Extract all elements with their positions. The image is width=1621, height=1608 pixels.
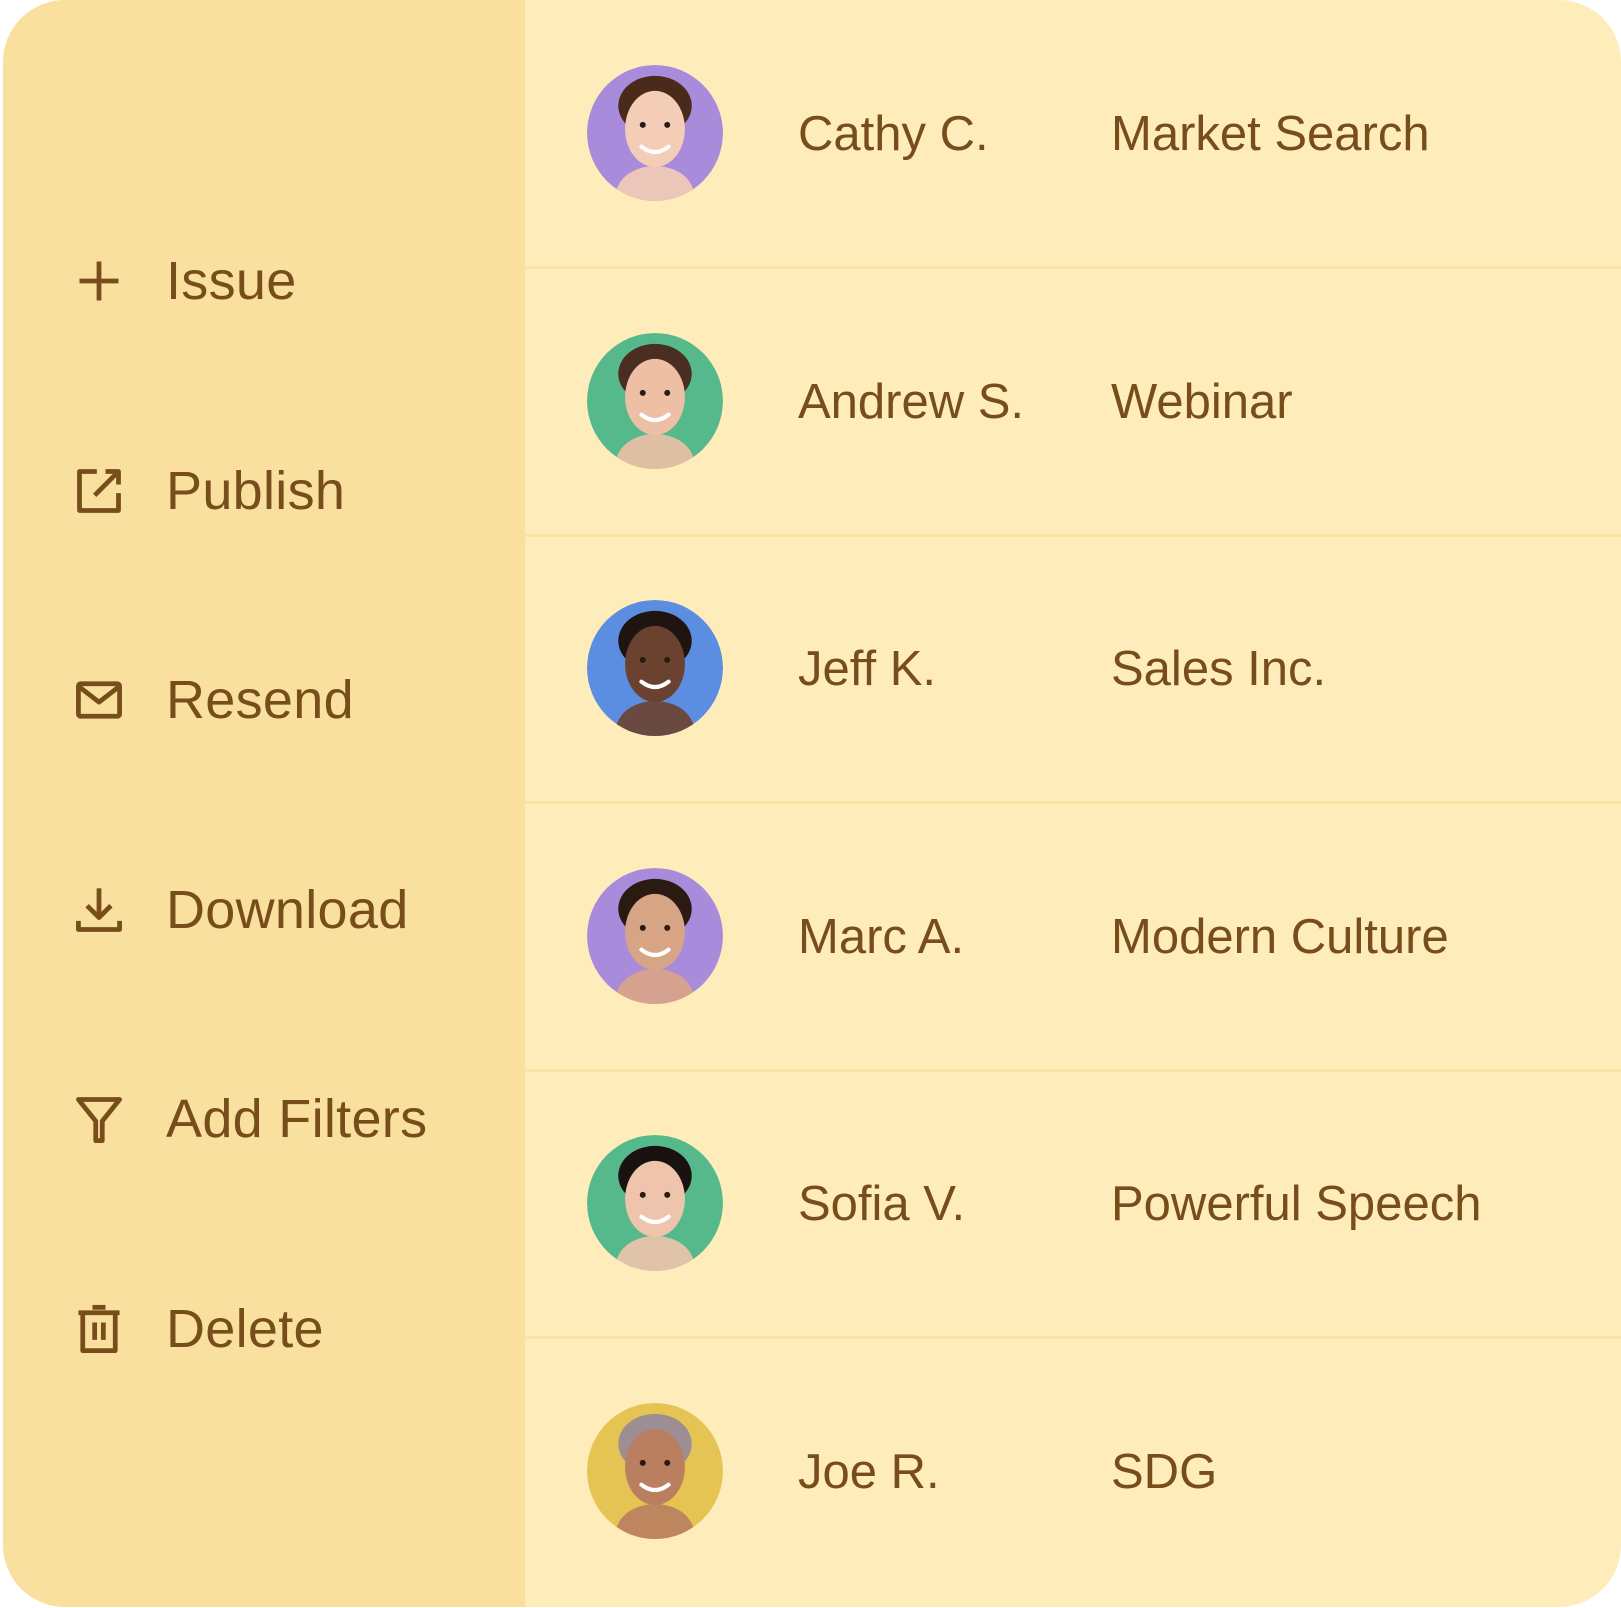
menu-item-label: Add Filters <box>166 1089 428 1149</box>
plus-icon <box>73 255 125 307</box>
menu-item-label: Resend <box>166 670 354 730</box>
avatar <box>587 867 723 1004</box>
list-row[interactable]: Andrew S. Webinar <box>525 268 1621 537</box>
menu-item-issue[interactable]: Issue <box>3 226 525 336</box>
avatar <box>587 332 723 469</box>
external-link-icon <box>73 465 125 517</box>
project-name: SDG <box>1111 1444 1218 1499</box>
project-name: Modern Culture <box>1111 909 1449 964</box>
menu-item-download[interactable]: Download <box>3 855 525 965</box>
list-row[interactable]: Marc A. Modern Culture <box>525 803 1621 1072</box>
avatar <box>587 600 723 736</box>
project-name: Sales Inc. <box>1111 642 1327 696</box>
filter-icon <box>73 1093 125 1145</box>
action-sidebar: Issue Publish Resend Download Add Filter <box>3 0 525 1607</box>
menu-item-resend[interactable]: Resend <box>3 645 525 755</box>
menu-item-delete[interactable]: Delete <box>3 1274 525 1384</box>
avatar <box>587 65 723 201</box>
project-name: Powerful Speech <box>1111 1177 1482 1231</box>
menu-item-label: Download <box>166 880 409 940</box>
list-row[interactable]: Joe R. SDG <box>525 1338 1621 1605</box>
avatar <box>587 1135 723 1271</box>
person-name: Joe R. <box>798 1444 940 1499</box>
menu-item-publish[interactable]: Publish <box>3 436 525 546</box>
person-name: Marc A. <box>798 909 965 964</box>
mail-icon <box>73 674 125 726</box>
actions-card: Issue Publish Resend Download Add Filter <box>3 0 1621 1607</box>
person-name: Sofia V. <box>798 1177 966 1231</box>
project-name: Webinar <box>1111 374 1293 429</box>
list-row[interactable]: Jeff K. Sales Inc. <box>525 535 1621 804</box>
project-name: Market Search <box>1111 107 1430 161</box>
menu-item-label: Issue <box>166 251 297 311</box>
list-row[interactable]: Cathy C. Market Search <box>525 0 1621 269</box>
person-name: Jeff K. <box>798 642 937 696</box>
person-name: Andrew S. <box>798 374 1025 429</box>
download-icon <box>73 884 125 936</box>
menu-item-label: Delete <box>166 1299 324 1359</box>
menu-item-add-filters[interactable]: Add Filters <box>3 1064 525 1174</box>
avatar <box>587 1402 723 1539</box>
trash-icon <box>73 1303 125 1355</box>
person-name: Cathy C. <box>798 107 989 161</box>
list-row[interactable]: Sofia V. Powerful Speech <box>525 1070 1621 1339</box>
people-list: Cathy C. Market Search Andrew S. Webinar Jef… <box>525 0 1621 1607</box>
menu-item-label: Publish <box>166 461 346 521</box>
